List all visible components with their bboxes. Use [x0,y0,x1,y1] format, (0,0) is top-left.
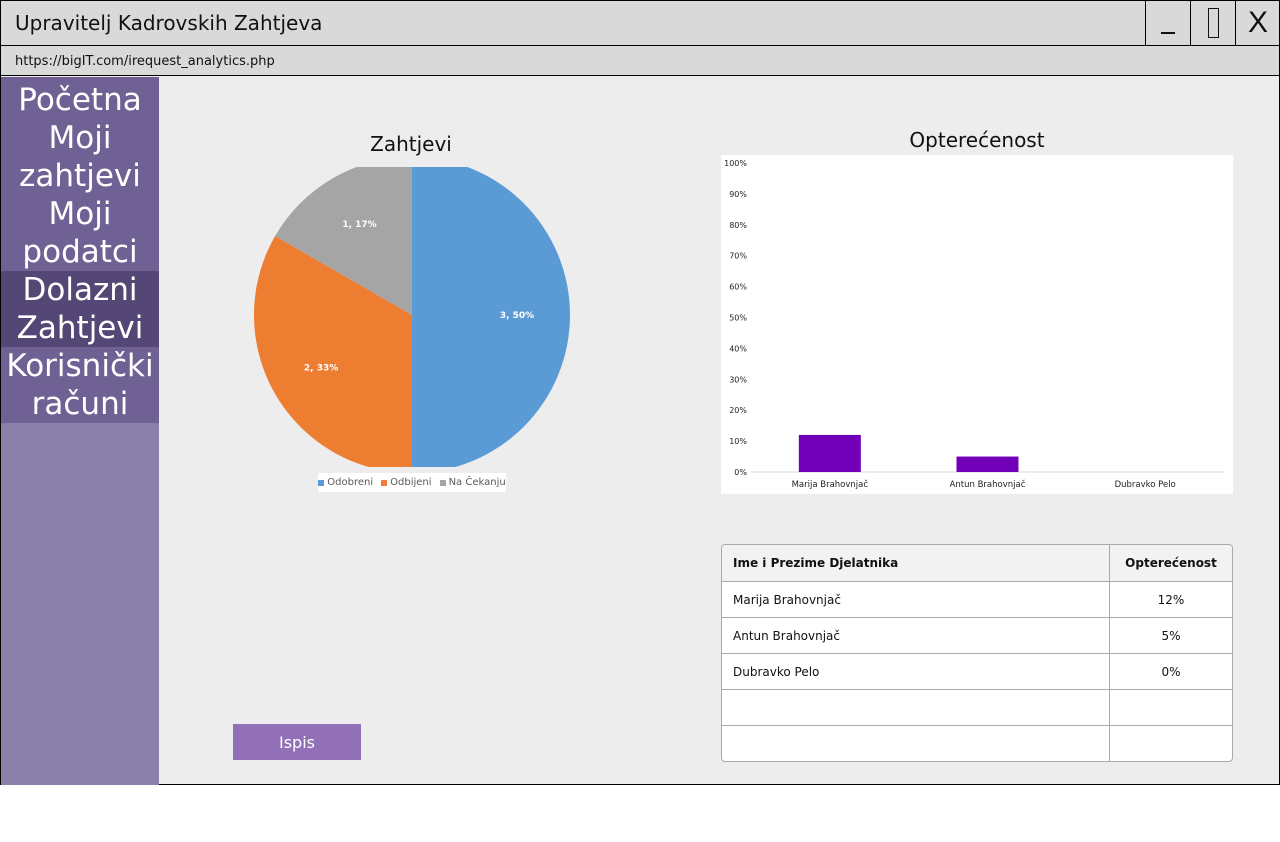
table-row: Dubravko Pelo 0% [722,653,1232,689]
legend-item: Odobreni [318,477,373,488]
sidebar-item-moji-podatci[interactable]: Moji podatci [1,195,159,271]
pie-data-label: 1, 17% [342,220,376,230]
bar-chart: 0% 10% 20% 30% 40% 50% 60% 70% 80% 90% 100% Marija … [721,155,1233,494]
sidebar: Početna Moji zahtjevi Moji podatci Dolaz… [1,77,159,785]
y-tick-label: 70% [729,252,747,261]
pie-chart-title: Zahtjevi [370,132,452,156]
cell-workload: 12% [1157,592,1185,607]
y-tick-label: 80% [729,221,747,230]
bar-chart-title: Opterećenost [909,128,1045,152]
print-button[interactable]: Ispis [233,724,361,760]
legend-swatch [439,479,446,486]
legend-swatch [318,479,325,486]
y-tick-label: 20% [729,406,747,415]
x-tick-label: Dubravko Pelo [1115,480,1176,490]
table-row: Antun Brahovnjač 5% [722,617,1232,653]
cell-workload: 0% [1161,664,1181,679]
workload-table: Ime i Prezime Djelatnika Opterećenost Mari… [721,544,1233,762]
cell-name: Dubravko Pelo [722,654,1110,689]
legend-label: Odobreni [327,477,374,488]
title-bar: Upravitelj Kadrovskih Zahtjeva X [1,1,1279,46]
minimize-icon [1161,32,1175,34]
table-row: Marija Brahovnjač 12% [722,581,1232,617]
y-tick-label: 0% [734,468,747,477]
cell-name [722,726,1110,761]
y-tick-label: 60% [729,283,747,292]
cell-name: Ime i Prezime Djelatnika [722,545,1110,581]
window-title: Upravitelj Kadrovskih Zahtjeva [15,11,323,35]
y-tick-label: 100% [724,159,747,168]
y-tick-label: 90% [729,190,747,199]
legend-label: Na Čekanju [448,477,506,488]
table-header: Ime i Prezime Djelatnika Opterećenost [722,545,1232,581]
sidebar-item-dolazni-zahtjevi[interactable]: Dolazni Zahtjevi [1,271,159,347]
pie-data-label: 3, 50% [500,311,534,321]
legend-swatch [381,479,388,486]
y-tick-label: 50% [729,314,747,323]
legend-label: Odbijeni [390,477,432,488]
maximize-button[interactable] [1190,1,1235,45]
maximize-icon [1207,8,1219,38]
address-bar[interactable]: https://bigIT.com/irequest_analytics.php [1,46,1279,76]
cell-workload: Opterećenost [1125,556,1217,570]
cell-workload [1110,726,1232,761]
table-row [722,689,1232,725]
url-text: https://bigIT.com/irequest_analytics.php [15,54,275,69]
bar [798,434,861,472]
pie-legend: Odobreni Odbijeni Na Čekanju [318,473,506,492]
sidebar-item-korisnicki-racuni[interactable]: Korisnički računi [1,347,159,423]
legend-item: Odbijeni [381,477,432,488]
minimize-button[interactable] [1145,1,1190,45]
sidebar-item-moji-zahtjevi[interactable]: Moji zahtjevi [1,119,159,195]
cell-workload: 5% [1161,628,1181,643]
x-tick-label: Antun Brahovnjač [950,479,1026,490]
pie-slice-odobreni [412,167,570,467]
cell-name [722,690,1110,725]
pie-data-label: 2, 33% [304,364,338,374]
app-window: Upravitelj Kadrovskih Zahtjeva X https:/… [0,0,1280,785]
pie-chart: 3, 50% 2, 33% 1, 17% [254,167,570,467]
x-tick-label: Marija Brahovnjač [792,479,869,490]
y-tick-label: 40% [729,344,747,353]
table-row [722,725,1232,761]
close-button[interactable]: X [1235,1,1280,45]
legend-item: Na Čekanju [439,477,506,488]
y-tick-label: 10% [729,437,747,446]
y-tick-label: 30% [729,375,747,384]
sidebar-item-pocetna[interactable]: Početna [1,77,159,119]
cell-name: Marija Brahovnjač [722,582,1110,617]
main-content: Zahtjevi 3, 50% 2, 33% 1, 17% Odobreni Odbi… [159,77,1279,785]
bar [956,456,1019,472]
cell-workload [1110,690,1232,725]
cell-name: Antun Brahovnjač [722,618,1110,653]
